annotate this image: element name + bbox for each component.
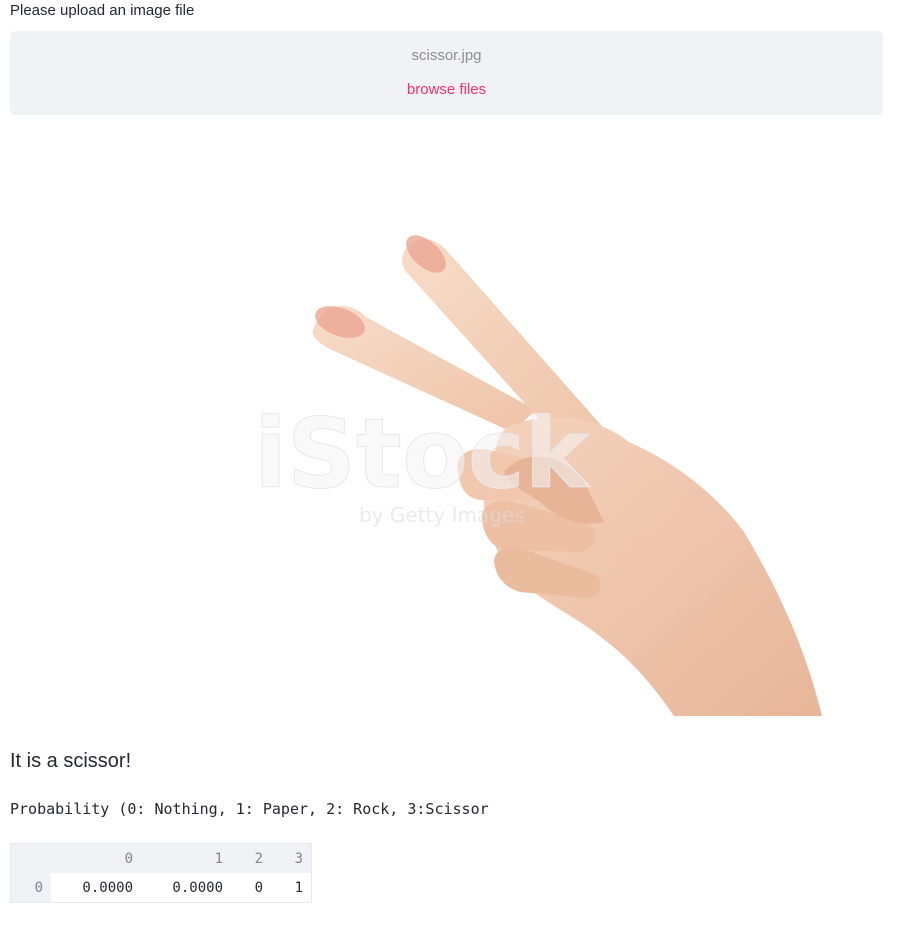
browse-files-button[interactable]: browse files <box>407 81 486 98</box>
watermark-sub: by Getty Images <box>359 503 525 527</box>
column-header[interactable]: 3 <box>271 843 312 873</box>
uploaded-image: iStock by Getty Images <box>244 232 836 716</box>
upload-label: Please upload an image file <box>10 2 195 19</box>
table-cell: 0 <box>231 873 271 903</box>
column-header[interactable]: 1 <box>141 843 231 873</box>
probability-caption: Probability (0: Nothing, 1: Paper, 2: Ro… <box>10 800 489 818</box>
probability-table: 0 1 2 3 0 0.0000 0.0000 0 1 <box>10 843 312 903</box>
table-row: 0 0.0000 0.0000 0 1 <box>10 873 312 903</box>
watermark-text: iStock <box>254 398 591 510</box>
table-cell: 0.0000 <box>141 873 231 903</box>
table-cell: 1 <box>271 873 312 903</box>
table-cell: 0.0000 <box>51 873 141 903</box>
table-corner <box>10 843 51 873</box>
column-header[interactable]: 2 <box>231 843 271 873</box>
table-header-row: 0 1 2 3 <box>10 843 312 873</box>
uploaded-file-name: scissor.jpg <box>411 47 482 64</box>
file-dropzone[interactable]: scissor.jpg browse files <box>10 31 883 115</box>
prediction-result: It is a scissor! <box>10 750 132 772</box>
row-index: 0 <box>10 873 51 903</box>
column-header[interactable]: 0 <box>51 843 141 873</box>
